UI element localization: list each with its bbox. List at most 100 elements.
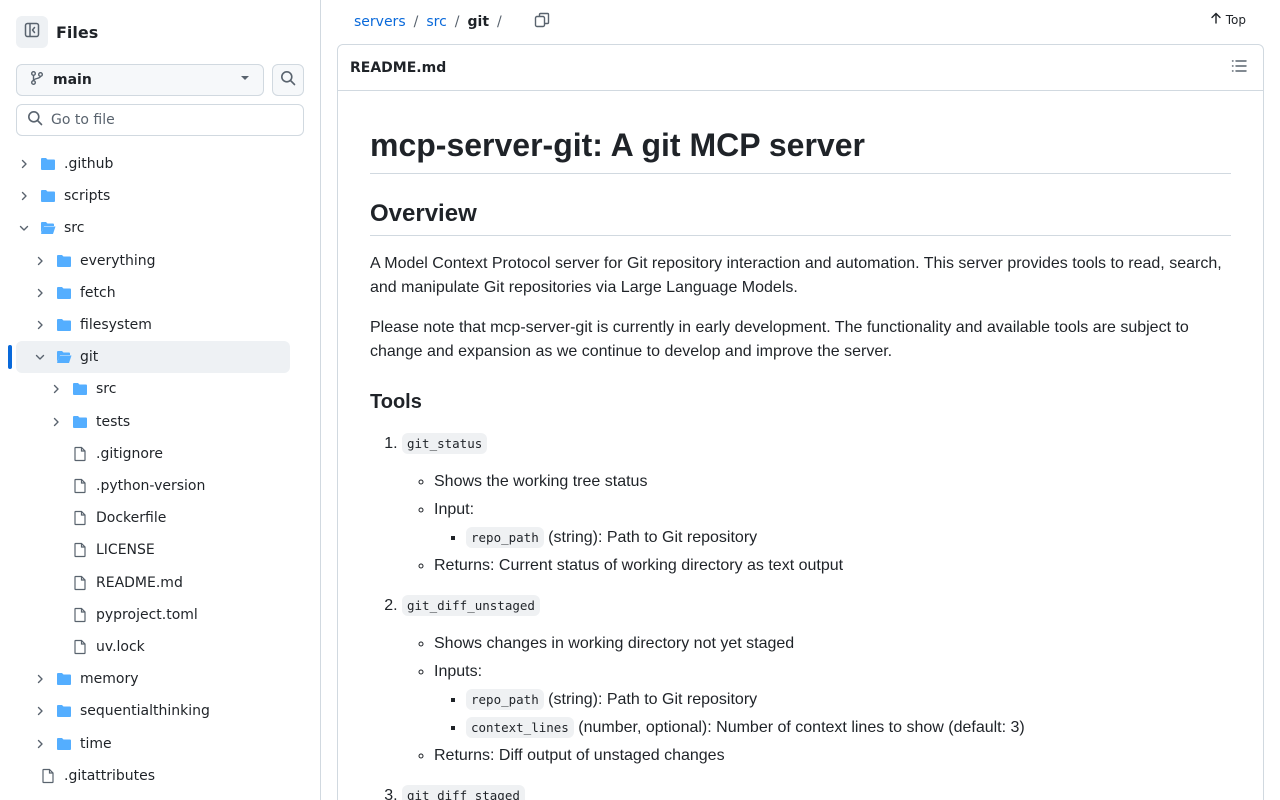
tool-name-code: git_diff_unstaged: [402, 595, 540, 616]
tool-returns: Returns: Diff output of unstaged changes: [434, 744, 1231, 768]
tree-item-label: README.md: [96, 574, 183, 591]
tree-folder-item[interactable]: scripts: [16, 180, 290, 212]
collapse-sidebar-button[interactable]: [16, 16, 48, 48]
breadcrumb: servers / src / git /: [354, 14, 510, 30]
file-header: README.md: [338, 45, 1263, 91]
input-item: context_lines (number, optional): Number…: [466, 716, 1231, 740]
chevron-right-icon[interactable]: [16, 188, 32, 204]
file-icon: [72, 510, 88, 526]
go-to-file-field[interactable]: [16, 104, 304, 136]
tree-file-item[interactable]: pyproject.toml: [16, 599, 290, 631]
search-code-button[interactable]: [272, 64, 304, 96]
folder-icon: [40, 156, 56, 172]
file-viewer: README.md mcp-server-git: A git MCP serv…: [337, 44, 1264, 800]
tool-inputs: Input: repo_path (string): Path to Git r…: [434, 498, 1231, 550]
chevron-right-icon[interactable]: [48, 381, 64, 397]
tree-file-item[interactable]: .python-version: [16, 470, 290, 502]
tree-folder-item[interactable]: time: [16, 728, 290, 760]
tree-item-label: filesystem: [80, 317, 152, 333]
chevron-down-icon[interactable]: [16, 220, 32, 236]
chevron-right-icon[interactable]: [32, 285, 48, 301]
folder-open-icon: [56, 349, 72, 365]
folder-icon: [56, 703, 72, 719]
folder-icon: [56, 671, 72, 687]
folder-icon: [72, 381, 88, 397]
tree-item-label: src: [96, 381, 117, 398]
tree-item-label: .python-version: [96, 478, 206, 494]
file-icon: [72, 639, 88, 655]
file-name: README.md: [350, 59, 447, 76]
back-to-top-button[interactable]: Top: [1210, 12, 1246, 27]
tree-item-label: .github: [64, 156, 114, 172]
readme-title: mcp-server-git: A git MCP server: [370, 125, 1231, 174]
tree-item-label: uv.lock: [96, 639, 145, 655]
tree-folder-item[interactable]: tests: [16, 406, 290, 438]
tool-item: git_status Shows the working tree status…: [402, 432, 1231, 578]
sidebar-title: Files: [56, 22, 99, 42]
tree-file-item[interactable]: README.md: [16, 567, 290, 599]
chevron-right-icon[interactable]: [32, 736, 48, 752]
param-description: (string): Path to Git repository: [543, 529, 758, 546]
chevron-right-icon[interactable]: [32, 703, 48, 719]
folder-icon: [56, 317, 72, 333]
tree-folder-item[interactable]: memory: [16, 663, 290, 695]
tools-heading: Tools: [370, 391, 422, 413]
folder-icon: [40, 188, 56, 204]
breadcrumb-current: git: [467, 14, 490, 30]
tool-inputs: Inputs: repo_path (string): Path to Git …: [434, 660, 1231, 740]
file-icon: [72, 607, 88, 623]
tool-returns: Returns: Current status of working direc…: [434, 554, 1231, 578]
tool-name-code: git_status: [402, 433, 488, 454]
tree-folder-item[interactable]: .github: [16, 148, 290, 180]
branch-selector-button[interactable]: main: [16, 64, 264, 96]
tree-item-label: Dockerfile: [96, 510, 167, 527]
copy-icon: [534, 12, 550, 32]
tree-folder-item[interactable]: filesystem: [16, 309, 290, 341]
search-icon: [280, 70, 296, 90]
tree-folder-item[interactable]: sequentialthinking: [16, 695, 290, 727]
tree-file-item[interactable]: .gitattributes: [16, 760, 290, 792]
breadcrumb-link-src[interactable]: src: [426, 14, 446, 30]
outline-button[interactable]: [1227, 56, 1251, 80]
tool-item: git_diff_unstaged Shows changes in worki…: [402, 594, 1231, 768]
param-description: (number, optional): Number of context li…: [573, 719, 1025, 736]
chevron-down-icon[interactable]: [32, 349, 48, 365]
file-icon: [72, 575, 88, 591]
chevron-right-icon[interactable]: [32, 671, 48, 687]
list-unordered-icon: [1231, 58, 1247, 78]
param-code: repo_path: [466, 527, 544, 548]
tree-folder-item[interactable]: src: [16, 212, 290, 244]
overview-paragraph-2: Please note that mcp-server-git is curre…: [370, 319, 1189, 360]
folder-open-icon: [40, 220, 56, 236]
tree-folder-item[interactable]: git: [16, 341, 290, 374]
tree-file-item[interactable]: uv.lock: [16, 631, 290, 663]
tool-name-code: git_diff_staged: [402, 785, 525, 800]
chevron-right-icon[interactable]: [32, 317, 48, 333]
tree-folder-item[interactable]: everything: [16, 245, 290, 277]
chevron-right-icon[interactable]: [48, 414, 64, 430]
chevron-right-icon[interactable]: [32, 253, 48, 269]
go-to-file-input[interactable]: [51, 112, 291, 128]
tree-item-label: pyproject.toml: [96, 606, 198, 623]
tree-item-label: .gitattributes: [64, 767, 156, 784]
chevron-right-icon[interactable]: [16, 156, 32, 172]
file-icon: [40, 768, 56, 784]
tree-item-label: sequentialthinking: [80, 703, 210, 720]
inputs-label: Input:: [434, 501, 475, 518]
tree-file-item[interactable]: .gitignore: [16, 438, 290, 470]
tree-folder-item[interactable]: src: [16, 373, 290, 405]
breadcrumb-link-servers[interactable]: servers: [354, 14, 406, 30]
folder-icon: [56, 736, 72, 752]
tree-file-item[interactable]: LICENSE: [16, 534, 290, 566]
tree-file-item[interactable]: Dockerfile: [16, 502, 290, 534]
branch-name: main: [53, 72, 92, 88]
tools-list: git_status Shows the working tree status…: [370, 432, 1231, 800]
tree-item-label: LICENSE: [96, 542, 155, 559]
tree-folder-item[interactable]: fetch: [16, 277, 290, 309]
tree-item-label: fetch: [80, 284, 116, 301]
copy-path-button[interactable]: [530, 10, 554, 34]
